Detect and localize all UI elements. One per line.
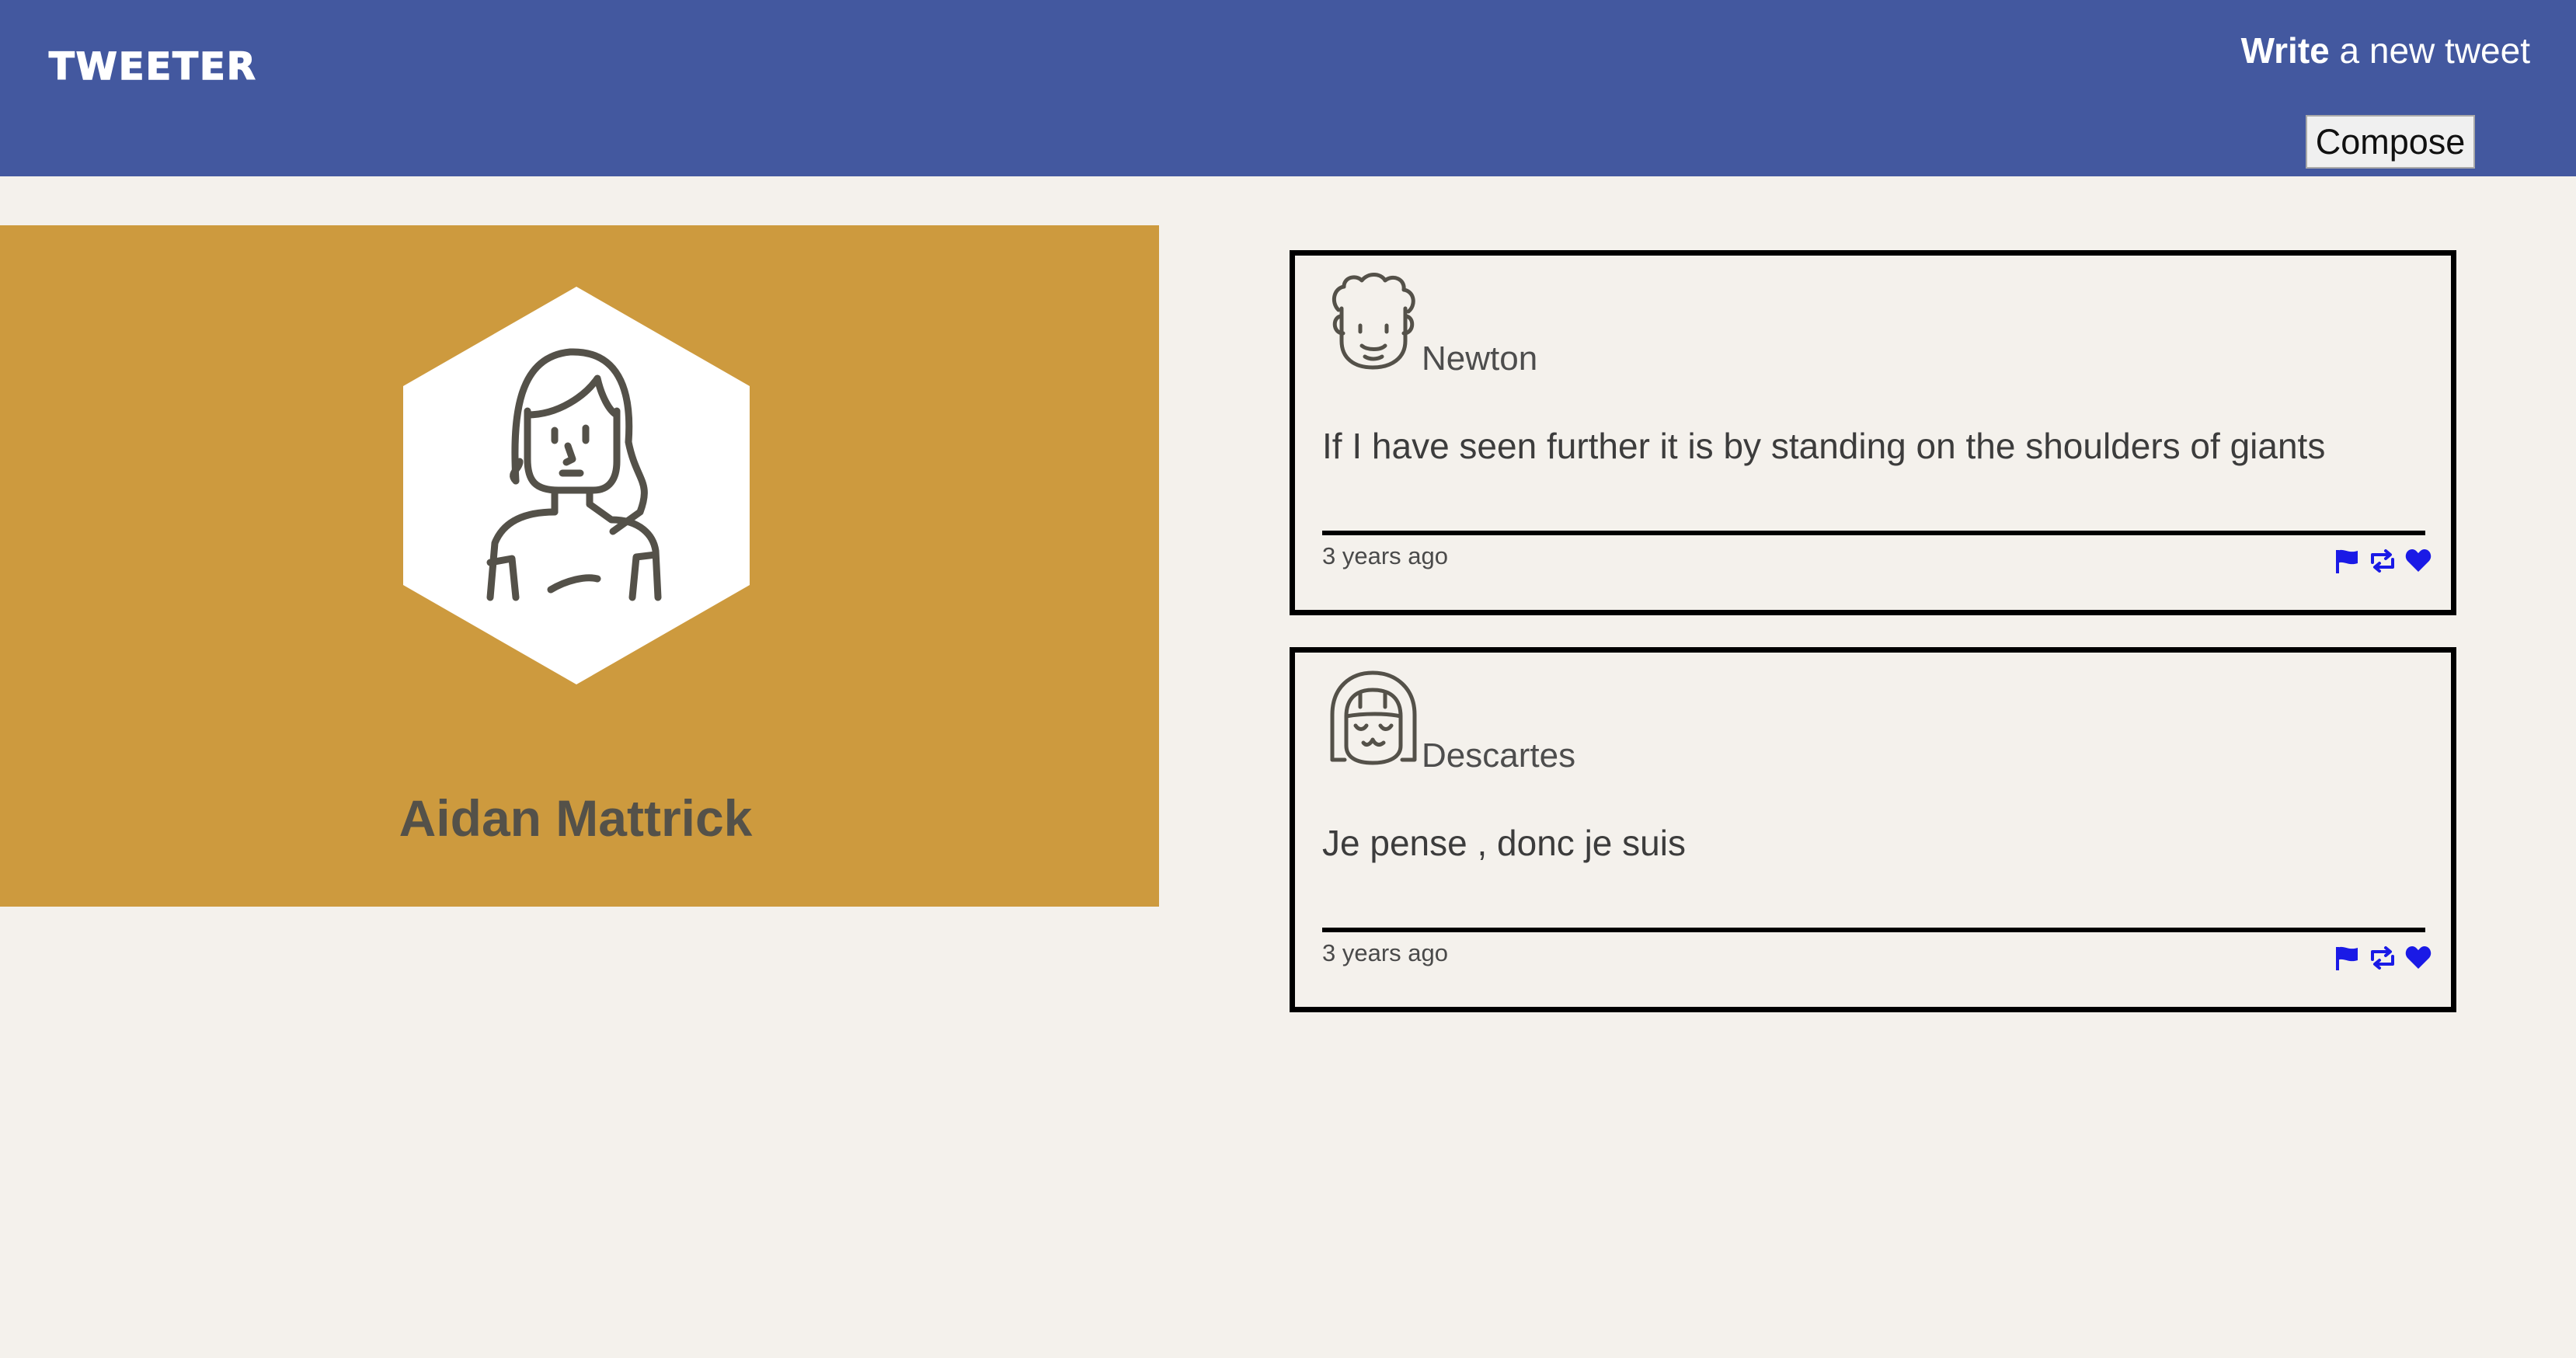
write-new-tweet-toggle[interactable]: Write a new tweet — [2241, 30, 2530, 71]
tweet-card: Descartes Je pense , donc je suis 3 year… — [1290, 647, 2456, 1012]
flag-icon[interactable] — [2333, 547, 2361, 575]
retweet-icon[interactable] — [2369, 944, 2397, 972]
logo[interactable]: TWEETER — [48, 44, 257, 89]
tweet-actions — [2333, 944, 2432, 972]
tweet-author[interactable]: Descartes — [1422, 736, 1575, 775]
bob-hair-avatar-icon — [1330, 670, 1417, 765]
compose-button[interactable]: Compose — [2306, 115, 2475, 169]
flag-icon[interactable] — [2333, 944, 2361, 972]
profile-card: Aidan Mattrick — [0, 225, 1159, 907]
tweet-text: If I have seen further it is by standing… — [1322, 426, 2326, 466]
woman-avatar-icon — [403, 287, 750, 684]
tweet-divider — [1322, 531, 2425, 535]
tweet-timestamp: 3 years ago — [1322, 939, 1448, 966]
tweet-actions — [2333, 547, 2432, 575]
top-nav: TWEETER Write a new tweet Compose — [0, 0, 2576, 176]
curly-hair-avatar-icon — [1332, 273, 1415, 370]
tweet-timestamp: 3 years ago — [1322, 542, 1448, 569]
tweet-author[interactable]: Newton — [1422, 340, 1537, 378]
profile-name: Aidan Mattrick — [399, 789, 753, 847]
write-label: Write — [2240, 30, 2330, 71]
tweet-card: Newton If I have seen further it is by s… — [1290, 250, 2456, 615]
heart-icon[interactable] — [2404, 547, 2432, 575]
tweet-divider — [1322, 928, 2425, 932]
heart-icon[interactable] — [2404, 944, 2432, 972]
retweet-icon[interactable] — [2369, 547, 2397, 575]
write-rest-label: a new tweet — [2329, 30, 2531, 71]
tweet-text: Je pense , donc je suis — [1322, 823, 1686, 863]
page: TWEETER Write a new tweet Compose Aidan … — [0, 0, 2576, 1358]
